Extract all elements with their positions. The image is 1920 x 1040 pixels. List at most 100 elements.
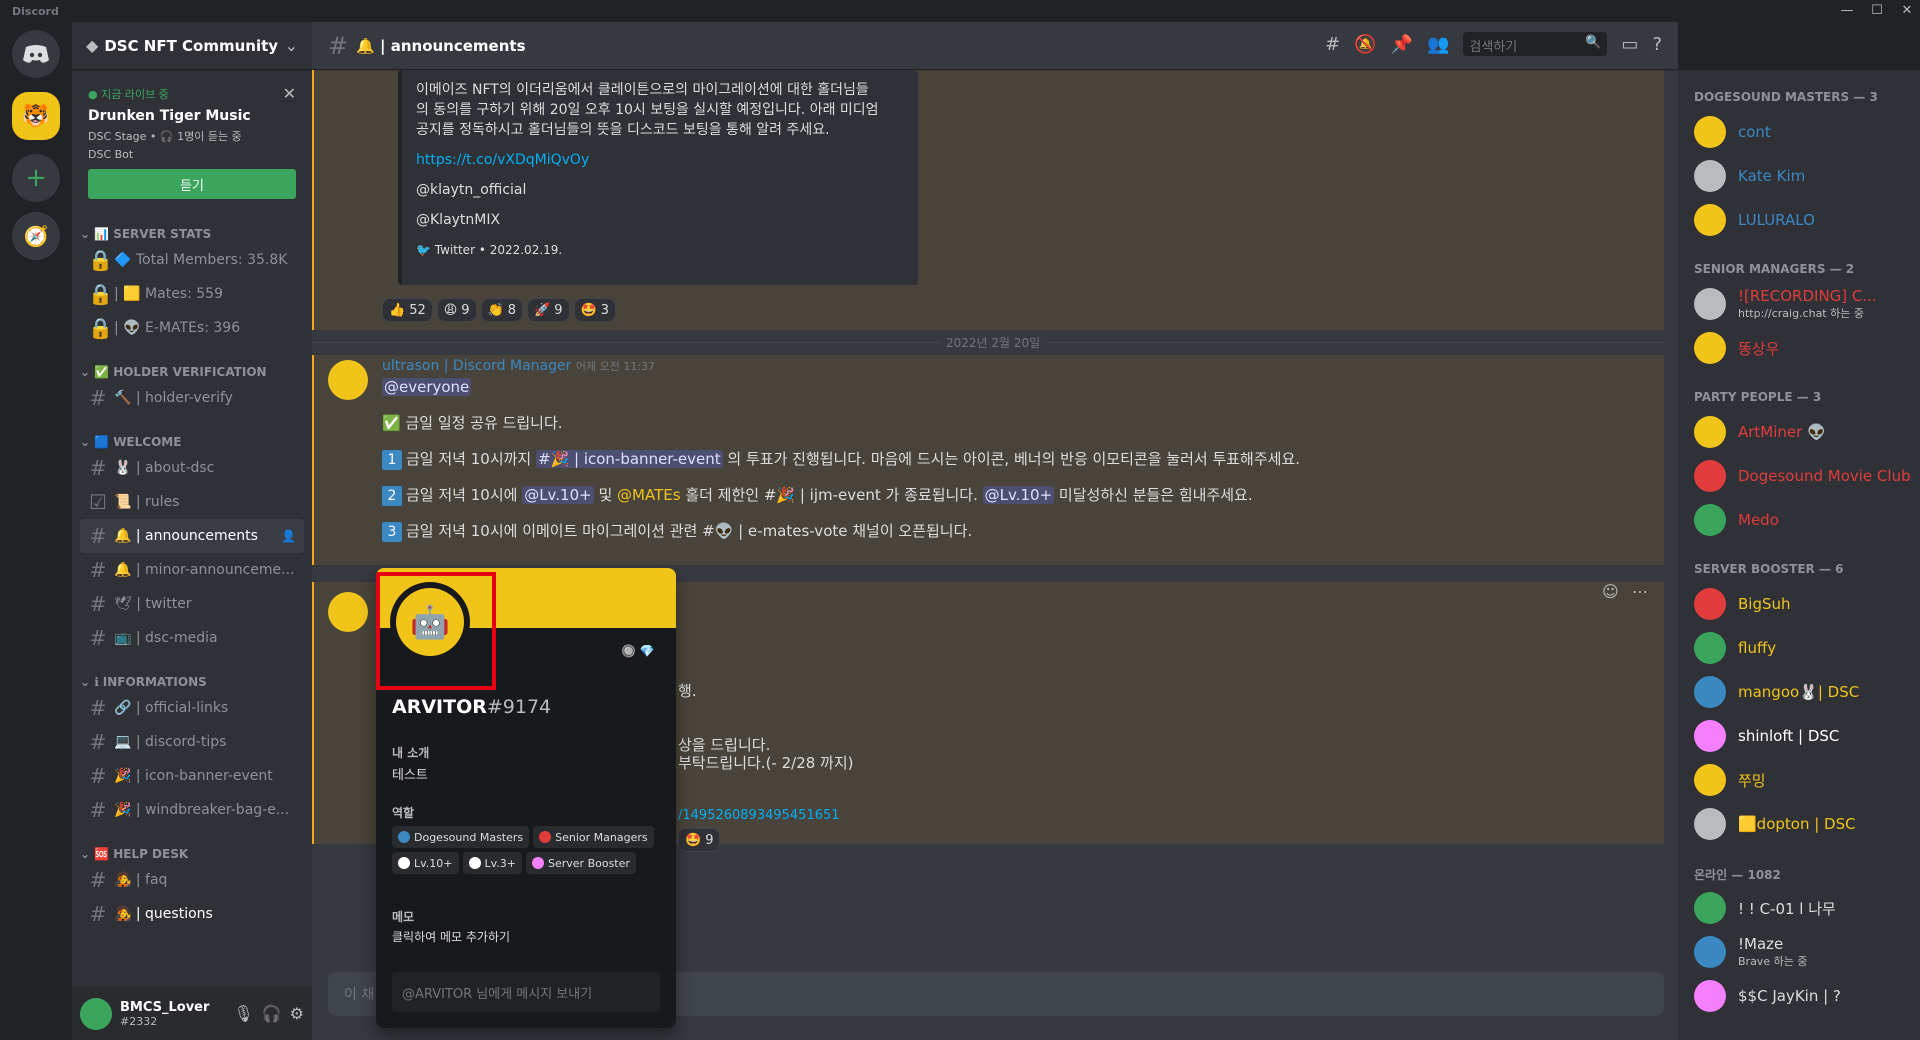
add-member-icon[interactable]: 👤 [281,529,296,543]
listen-button[interactable]: 듣기 [88,169,296,199]
member-item[interactable]: Kate Kim [1678,154,1920,198]
avatar[interactable] [80,997,112,1030]
hash-icon: # [89,868,107,892]
channel-label: 💻 | discord-tips [114,734,227,750]
close-window-icon[interactable]: ✕ [1894,2,1920,20]
server-dsc-icon[interactable]: 🐯 [12,92,60,140]
pin-icon[interactable]: 📌 [1391,34,1413,55]
add-reaction-icon[interactable]: ☺ [1602,582,1619,601]
member-item[interactable]: !Maze Brave 하는 중 [1678,930,1920,974]
user-tag: #9174 [486,696,552,718]
channel-holder-verify[interactable]: # 🔨 | holder-verify [80,381,304,415]
channel-emates[interactable]: 🔒 | 👽 E-MATEs: 396 [80,311,304,345]
mute-icon[interactable]: 🔕 [1354,34,1376,55]
avatar[interactable] [328,592,368,632]
reaction-count: 3 [600,302,609,318]
channel-label: 📺 | dsc-media [114,630,218,646]
reaction[interactable]: 🤩 3 [573,298,616,322]
channel-faq[interactable]: # 🧑‍🎤 | faq [80,863,304,897]
embed-link[interactable]: https://t.co/vXDqMiQvOy [416,150,904,170]
reaction[interactable]: 😩 9 [436,298,477,322]
category-server-stats[interactable]: ⌄ 📊 SERVER STATS [72,225,312,243]
channel-label: 🔨 | holder-verify [114,390,233,406]
channel-discord-tips[interactable]: # 💻 | discord-tips [80,725,304,759]
live-title: Drunken Tiger Music [88,108,251,124]
add-server-icon[interactable]: + [12,154,60,202]
note-input[interactable]: 클릭하여 메모 추가하기 [392,928,510,945]
avatar[interactable] [328,360,368,400]
channel-about-dsc[interactable]: # 🐰 | about-dsc [80,451,304,485]
channel-official-links[interactable]: # 🔗 | official-links [80,691,304,725]
member-item[interactable]: ! ! C-01 l 나무 [1678,886,1920,930]
member-item[interactable]: LULURALO [1678,198,1920,242]
maximize-icon[interactable]: ☐ [1864,2,1890,20]
dm-input[interactable]: @ARVITOR 님에게 메시지 보내기 [392,972,660,1012]
member-item[interactable]: fluffy [1678,626,1920,670]
search-input[interactable]: 검색하기 🔍 [1463,32,1608,56]
role-dot-icon [468,857,481,869]
channel-dsc-media[interactable]: # 📺 | dsc-media [80,621,304,655]
author-name[interactable]: ultrason | Discord Manager [382,358,571,374]
reaction-emoji: 🤩 [685,832,702,848]
chevron-down-icon[interactable]: ⌄ [285,36,298,55]
headphones-icon[interactable]: 🎧 [262,1004,282,1023]
member-name: mangoo🐰| DSC [1738,683,1860,701]
channel-announcements[interactable]: # 🔔 | announcements 👤 [80,519,304,553]
category-holder-verification[interactable]: ⌄ ✅ HOLDER VERIFICATION [72,363,312,381]
member-item[interactable]: Dogesound Movie Club [1678,454,1920,498]
member-name: ![RECORDING] C... [1738,287,1877,305]
member-item[interactable]: mangoo🐰| DSC [1678,670,1920,714]
reaction[interactable]: 👏 8 [480,298,524,322]
help-icon[interactable]: ? [1652,34,1662,55]
member-item[interactable]: 🟨dopton | DSC [1678,802,1920,846]
members-icon[interactable]: 👥 [1427,34,1449,55]
member-item[interactable]: $$C JayKin | ? [1678,974,1920,1018]
home-icon[interactable] [12,30,60,78]
channel-windbreaker[interactable]: # 🎉 | windbreaker-bag-e... [80,793,304,827]
member-item[interactable]: Medo [1678,498,1920,542]
member-item[interactable]: 쭈밍 [1678,758,1920,802]
category-welcome[interactable]: ⌄ 🟦 WELCOME [72,433,312,451]
channel-mates[interactable]: 🔒 | 🟨 Mates: 559 [80,277,304,311]
avatar [1694,116,1726,148]
threads-icon[interactable]: # [1325,34,1340,55]
hash-icon: # [89,558,107,582]
reactions: 👍 52 😩 9 👏 8 🚀 9 🤩 3 [382,298,616,322]
category-help-desk[interactable]: ⌄ 🆘 HELP DESK [72,845,312,863]
member-item[interactable]: ArtMiner 👽 [1678,410,1920,454]
more-icon[interactable]: ⋯ [1632,582,1648,601]
role-mention[interactable]: @Lv.10+ [982,486,1055,504]
channel-minor-announcements[interactable]: # 🔔 | minor-announceme... [80,553,304,587]
role-mention[interactable]: @MATEs [617,486,681,504]
message-link[interactable]: /1495260893495451651 [678,808,840,823]
member-item[interactable]: ![RECORDING] C... http://craig.chat 하는 중 [1678,282,1920,326]
explore-icon[interactable]: 🧭 [12,212,60,260]
title-bar: Discord — ☐ ✕ [0,0,1920,22]
close-icon[interactable]: ✕ [283,84,296,103]
channel-rules[interactable]: ☑ 📜 | rules [80,485,304,519]
channel-twitter[interactable]: # 🕊 | twitter [80,587,304,621]
member-category: 온라인 — 1082 [1694,868,1781,882]
server-header[interactable]: ◆ DSC NFT Community ⌄ [72,22,312,70]
reaction[interactable]: 🚀 9 [527,298,570,322]
role-chip: Lv.3+ [462,852,522,874]
channel-mention[interactable]: #🎉 | icon-banner-event [536,450,723,468]
category-informations[interactable]: ⌄ ℹ INFORMATIONS [72,673,312,691]
reaction[interactable]: 👍 52 [382,298,433,322]
mention[interactable]: @everyone [382,378,472,396]
member-item[interactable]: shinloft | DSC [1678,714,1920,758]
gear-icon[interactable]: ⚙ [290,1004,304,1023]
member-item[interactable]: 똥상우 [1678,326,1920,370]
reaction[interactable]: 🤩 9 [678,828,721,852]
channel-icon-banner-event[interactable]: # 🎉 | icon-banner-event [80,759,304,793]
role-mention[interactable]: @Lv.10+ [522,486,594,504]
microphone-icon[interactable]: 🎙 [233,1004,253,1023]
member-item[interactable]: BigSuh [1678,582,1920,626]
channel-questions[interactable]: # 🧑‍🎤 | questions [80,897,304,931]
inbox-icon[interactable]: ▭ [1621,34,1638,55]
member-text: Medo [1738,511,1779,529]
number-badge: 2 [382,486,402,506]
member-item[interactable]: cont [1678,110,1920,154]
channel-total-members[interactable]: 🔒 🔷 Total Members: 35.8K [80,243,304,277]
minimize-icon[interactable]: — [1834,2,1860,20]
